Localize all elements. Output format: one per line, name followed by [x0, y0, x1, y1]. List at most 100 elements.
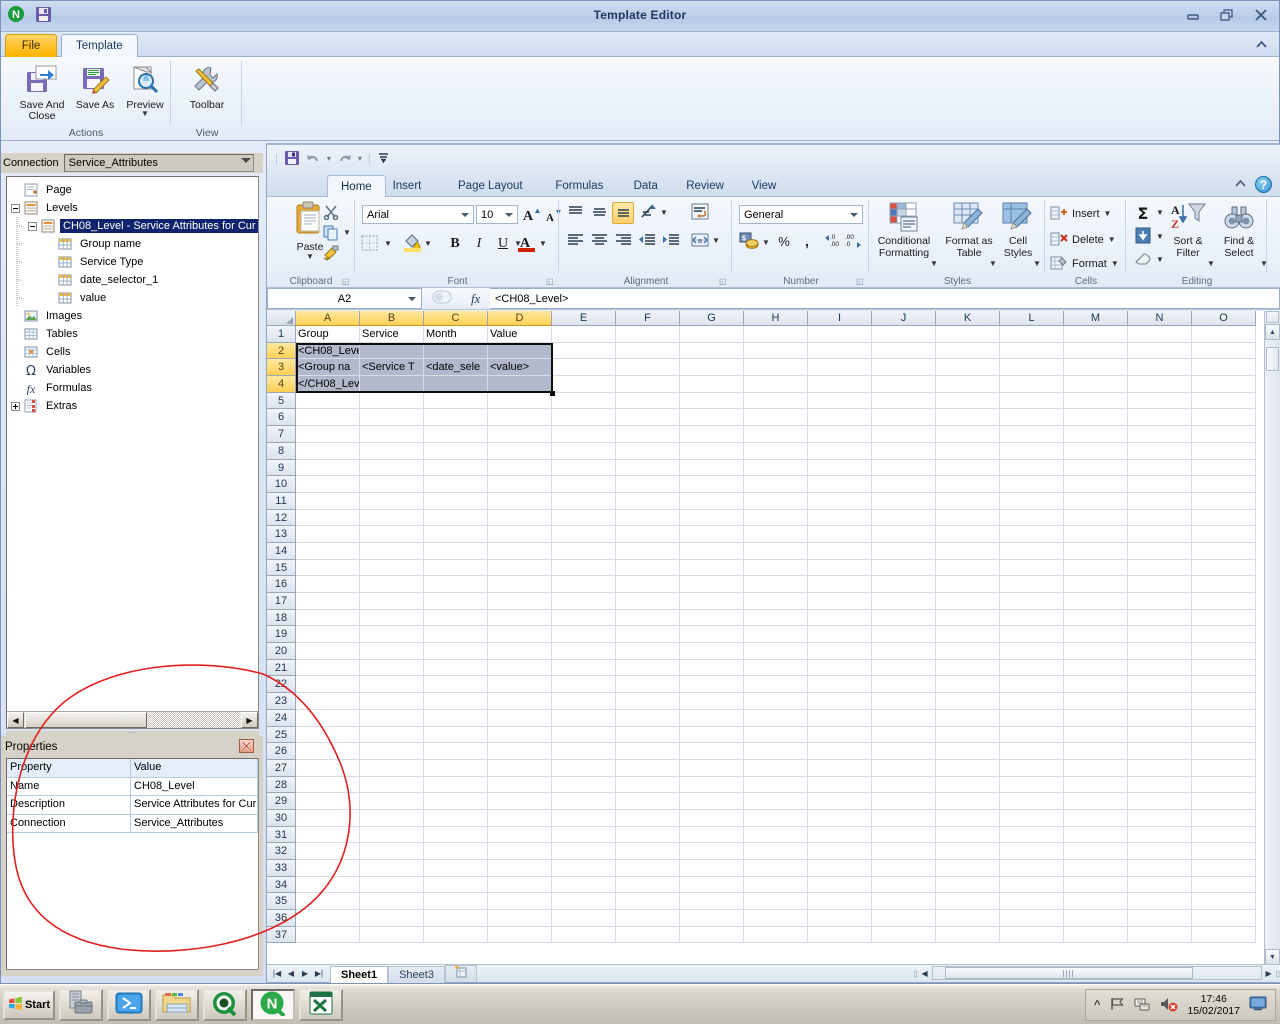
cell-O35[interactable]	[1192, 893, 1256, 911]
cell-F5[interactable]	[616, 392, 680, 410]
cell-N36[interactable]	[1128, 910, 1192, 927]
undo-icon[interactable]	[306, 151, 321, 168]
cell-L6[interactable]	[1000, 409, 1064, 427]
cell-K2[interactable]	[936, 342, 1000, 360]
cell-A7[interactable]	[296, 426, 360, 443]
cell-H17[interactable]	[744, 593, 808, 610]
column-header-B[interactable]: B	[360, 311, 424, 326]
cell-D8[interactable]	[488, 442, 552, 460]
find-select-caret-icon[interactable]: ▼	[1260, 260, 1268, 268]
scroll-right-button[interactable]: ▶	[241, 712, 258, 728]
cell-B33[interactable]	[360, 860, 424, 877]
tree-node-value[interactable]: value	[7, 289, 258, 307]
cell-J3[interactable]	[872, 359, 936, 377]
cell-I17[interactable]	[808, 593, 872, 610]
cell-O6[interactable]	[1192, 409, 1256, 427]
cell-J23[interactable]	[872, 693, 936, 710]
cell-K22[interactable]	[936, 676, 1000, 694]
paste-menu-caret-icon[interactable]: ▼	[306, 252, 314, 260]
cell-H33[interactable]	[744, 860, 808, 877]
cell-I11[interactable]	[808, 492, 872, 510]
cell-D21[interactable]	[488, 659, 552, 677]
cell-B10[interactable]	[360, 476, 424, 493]
cell-C1[interactable]: Month	[424, 326, 488, 343]
cell-L13[interactable]	[1000, 526, 1064, 543]
cell-K14[interactable]	[936, 542, 1000, 560]
properties-row[interactable]: Name CH08_Level	[7, 777, 258, 796]
cell-B8[interactable]	[360, 442, 424, 460]
cell-N21[interactable]	[1128, 659, 1192, 677]
row-header-5[interactable]: 5	[267, 392, 296, 410]
cell-C31[interactable]	[424, 826, 488, 844]
cell-A33[interactable]	[296, 860, 360, 877]
cell-M34[interactable]	[1064, 876, 1128, 894]
cell-I28[interactable]	[808, 776, 872, 794]
cell-C22[interactable]	[424, 676, 488, 694]
excel-tab-formulas[interactable]: Formulas	[542, 175, 616, 197]
cell-G34[interactable]	[680, 876, 744, 894]
cell-B27[interactable]	[360, 759, 424, 777]
cell-E8[interactable]	[552, 442, 616, 460]
cell-O9[interactable]	[1192, 459, 1256, 477]
cell-G7[interactable]	[680, 426, 744, 443]
cell-I23[interactable]	[808, 693, 872, 710]
cell-O26[interactable]	[1192, 743, 1256, 760]
cell-J14[interactable]	[872, 542, 936, 560]
cell-C18[interactable]	[424, 609, 488, 627]
cell-H30[interactable]	[744, 809, 808, 827]
cell-K25[interactable]	[936, 726, 1000, 744]
excel-tab-review[interactable]: Review	[673, 175, 737, 197]
cell-J12[interactable]	[872, 509, 936, 527]
cell-F32[interactable]	[616, 843, 680, 860]
cell-I32[interactable]	[808, 843, 872, 860]
cell-M19[interactable]	[1064, 626, 1128, 644]
cell-F12[interactable]	[616, 509, 680, 527]
cell-E30[interactable]	[552, 809, 616, 827]
clipboard-dialog-launcher[interactable]: ◱	[342, 277, 351, 286]
row-header-4[interactable]: 4	[267, 376, 296, 393]
cell-F33[interactable]	[616, 860, 680, 877]
cell-F28[interactable]	[616, 776, 680, 794]
last-sheet-button[interactable]: ▶|	[312, 967, 326, 981]
cell-D28[interactable]	[488, 776, 552, 794]
align-right-button[interactable]	[612, 230, 634, 252]
cell-K5[interactable]	[936, 392, 1000, 410]
cell-I1[interactable]	[808, 326, 872, 343]
cell-I8[interactable]	[808, 442, 872, 460]
cell-D6[interactable]	[488, 409, 552, 427]
cell-J2[interactable]	[872, 342, 936, 360]
cell-N28[interactable]	[1128, 776, 1192, 794]
cell-G32[interactable]	[680, 843, 744, 860]
tab-file[interactable]: File	[5, 34, 57, 57]
tree-node-group-name[interactable]: Group name	[7, 235, 258, 253]
cell-K33[interactable]	[936, 860, 1000, 877]
cell-N10[interactable]	[1128, 476, 1192, 493]
cell-E14[interactable]	[552, 542, 616, 560]
cell-O37[interactable]	[1192, 926, 1256, 944]
cell-O14[interactable]	[1192, 542, 1256, 560]
row-header-8[interactable]: 8	[267, 442, 296, 460]
row-header-29[interactable]: 29	[267, 793, 296, 810]
minimize-button[interactable]	[1181, 5, 1205, 25]
cell-J24[interactable]	[872, 709, 936, 727]
cell-E22[interactable]	[552, 676, 616, 694]
fill-handle[interactable]	[550, 390, 555, 396]
cell-L31[interactable]	[1000, 826, 1064, 844]
insert-worksheet-button[interactable]	[444, 965, 477, 982]
cell-I21[interactable]	[808, 659, 872, 677]
row-header-7[interactable]: 7	[267, 426, 296, 443]
cell-F8[interactable]	[616, 442, 680, 460]
collapse-ribbon-icon[interactable]	[1234, 178, 1247, 191]
column-header-E[interactable]: E	[552, 311, 616, 326]
cell-A13[interactable]	[296, 526, 360, 543]
cell-B26[interactable]	[360, 743, 424, 760]
font-dialog-launcher[interactable]: ◱	[546, 277, 555, 286]
cell-N31[interactable]	[1128, 826, 1192, 844]
cell-H21[interactable]	[744, 659, 808, 677]
cell-J32[interactable]	[872, 843, 936, 860]
cell-E19[interactable]	[552, 626, 616, 644]
cell-L33[interactable]	[1000, 860, 1064, 877]
scroll-up-button[interactable]: ▲	[1265, 324, 1280, 340]
cell-C8[interactable]	[424, 442, 488, 460]
cell-B35[interactable]	[360, 893, 424, 911]
